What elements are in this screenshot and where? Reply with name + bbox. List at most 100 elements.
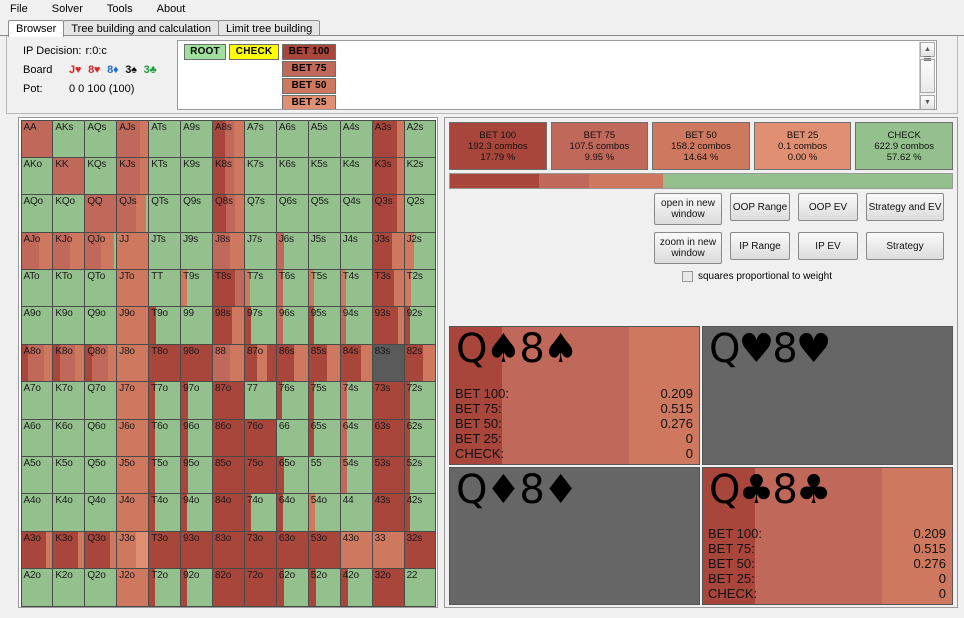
matrix-cell-Q7o[interactable]: Q7o [84,381,117,419]
matrix-cell-82o[interactable]: 82o [212,568,245,606]
matrix-cell-A7s[interactable]: A7s [244,120,277,158]
matrix-cell-T8s[interactable]: T8s [212,269,245,307]
matrix-cell-63o[interactable]: 63o [276,531,309,569]
ip-range-button[interactable]: IP Range [730,232,790,260]
matrix-cell-AJo[interactable]: AJo [21,232,54,270]
matrix-cell-T8o[interactable]: T8o [148,344,181,382]
matrix-cell-83o[interactable]: 83o [212,531,245,569]
matrix-cell-Q6o[interactable]: Q6o [84,419,117,457]
tree-node-root[interactable]: ROOT [184,44,226,60]
matrix-cell-A5o[interactable]: A5o [21,456,54,494]
matrix-cell-53o[interactable]: 53o [308,531,341,569]
action-box-check[interactable]: CHECK622.9 combos57.62 % [855,122,953,170]
matrix-cell-84s[interactable]: 84s [340,344,373,382]
matrix-cell-62o[interactable]: 62o [276,568,309,606]
matrix-cell-99[interactable]: 99 [180,306,213,344]
hand-range-matrix[interactable]: AAAKsAQsAJsATsA9sA8sA7sA6sA5sA4sA3sA2sAK… [21,120,436,606]
matrix-cell-KTs[interactable]: KTs [148,157,181,195]
matrix-cell-97s[interactable]: 97s [244,306,277,344]
menu-item-tools[interactable]: Tools [105,2,143,16]
matrix-cell-94s[interactable]: 94s [340,306,373,344]
matrix-cell-42o[interactable]: 42o [340,568,373,606]
matrix-cell-J4o[interactable]: J4o [116,493,149,531]
matrix-cell-JJ[interactable]: JJ [116,232,149,270]
matrix-cell-Q5o[interactable]: Q5o [84,456,117,494]
matrix-cell-Q4s[interactable]: Q4s [340,194,373,232]
matrix-cell-K9o[interactable]: K9o [52,306,85,344]
matrix-cell-A4o[interactable]: A4o [21,493,54,531]
matrix-cell-QTs[interactable]: QTs [148,194,181,232]
matrix-cell-Q8s[interactable]: Q8s [212,194,245,232]
scroll-up-arrow-icon[interactable]: ▲ [920,42,935,57]
matrix-cell-K2s[interactable]: K2s [404,157,437,195]
matrix-cell-93s[interactable]: 93s [372,306,405,344]
matrix-cell-96o[interactable]: 96o [180,419,213,457]
matrix-cell-54o[interactable]: 54o [308,493,341,531]
matrix-cell-KJs[interactable]: KJs [116,157,149,195]
combo-quadrant[interactable]: Q♠8♠BET 100:0.209BET 75:0.515BET 50:0.27… [449,326,700,465]
matrix-cell-Q2o[interactable]: Q2o [84,568,117,606]
game-tree-viewer[interactable]: ROOT CHECK BET 100BET 75BET 50BET 25CHEC… [177,40,937,110]
matrix-cell-72o[interactable]: 72o [244,568,277,606]
matrix-cell-A2s[interactable]: A2s [404,120,437,158]
matrix-cell-K4o[interactable]: K4o [52,493,85,531]
matrix-cell-Q7s[interactable]: Q7s [244,194,277,232]
scrollbar-thumb[interactable] [920,59,935,93]
matrix-cell-52s[interactable]: 52s [404,456,437,494]
matrix-cell-J9o[interactable]: J9o [116,306,149,344]
oop-ev-button[interactable]: OOP EV [798,193,858,221]
matrix-cell-88[interactable]: 88 [212,344,245,382]
matrix-cell-KK[interactable]: KK [52,157,85,195]
matrix-cell-Q6s[interactable]: Q6s [276,194,309,232]
matrix-cell-T2o[interactable]: T2o [148,568,181,606]
matrix-cell-QQ[interactable]: QQ [84,194,117,232]
matrix-cell-62s[interactable]: 62s [404,419,437,457]
matrix-cell-32o[interactable]: 32o [372,568,405,606]
hand-range-matrix-panel[interactable]: AAAKsAQsAJsATsA9sA8sA7sA6sA5sA4sA3sA2sAK… [18,117,438,608]
menu-item-file[interactable]: File [8,2,38,16]
tree-node-bet-25[interactable]: BET 25 [282,95,336,110]
matrix-cell-K7s[interactable]: K7s [244,157,277,195]
matrix-cell-TT[interactable]: TT [148,269,181,307]
matrix-cell-K5o[interactable]: K5o [52,456,85,494]
tree-node-bet-50[interactable]: BET 50 [282,78,336,94]
matrix-cell-K2o[interactable]: K2o [52,568,85,606]
matrix-cell-J6s[interactable]: J6s [276,232,309,270]
matrix-cell-J3s[interactable]: J3s [372,232,405,270]
matrix-cell-85s[interactable]: 85s [308,344,341,382]
matrix-cell-J2s[interactable]: J2s [404,232,437,270]
matrix-cell-A3o[interactable]: A3o [21,531,54,569]
matrix-cell-T7o[interactable]: T7o [148,381,181,419]
matrix-cell-Q5s[interactable]: Q5s [308,194,341,232]
matrix-cell-74s[interactable]: 74s [340,381,373,419]
strategy-button[interactable]: Strategy [866,232,944,260]
matrix-cell-Q9o[interactable]: Q9o [84,306,117,344]
matrix-cell-A3s[interactable]: A3s [372,120,405,158]
matrix-cell-92o[interactable]: 92o [180,568,213,606]
matrix-cell-84o[interactable]: 84o [212,493,245,531]
matrix-cell-A8o[interactable]: A8o [21,344,54,382]
action-box-bet-50[interactable]: BET 50158.2 combos14.64 % [652,122,750,170]
matrix-cell-64o[interactable]: 64o [276,493,309,531]
matrix-cell-J8s[interactable]: J8s [212,232,245,270]
matrix-cell-T5o[interactable]: T5o [148,456,181,494]
matrix-cell-A5s[interactable]: A5s [308,120,341,158]
matrix-cell-A8s[interactable]: A8s [212,120,245,158]
tree-vertical-scrollbar[interactable]: ▲ ▼ [919,42,935,110]
matrix-cell-A6s[interactable]: A6s [276,120,309,158]
matrix-cell-K5s[interactable]: K5s [308,157,341,195]
matrix-cell-86s[interactable]: 86s [276,344,309,382]
matrix-cell-77[interactable]: 77 [244,381,277,419]
matrix-cell-A9s[interactable]: A9s [180,120,213,158]
matrix-cell-97o[interactable]: 97o [180,381,213,419]
matrix-cell-K3s[interactable]: K3s [372,157,405,195]
matrix-cell-AA[interactable]: AA [21,120,54,158]
matrix-cell-65s[interactable]: 65s [308,419,341,457]
matrix-cell-64s[interactable]: 64s [340,419,373,457]
matrix-cell-33[interactable]: 33 [372,531,405,569]
matrix-cell-52o[interactable]: 52o [308,568,341,606]
matrix-cell-Q8o[interactable]: Q8o [84,344,117,382]
matrix-cell-T6s[interactable]: T6s [276,269,309,307]
matrix-cell-95s[interactable]: 95s [308,306,341,344]
action-box-bet-75[interactable]: BET 75107.5 combos9.95 % [551,122,649,170]
